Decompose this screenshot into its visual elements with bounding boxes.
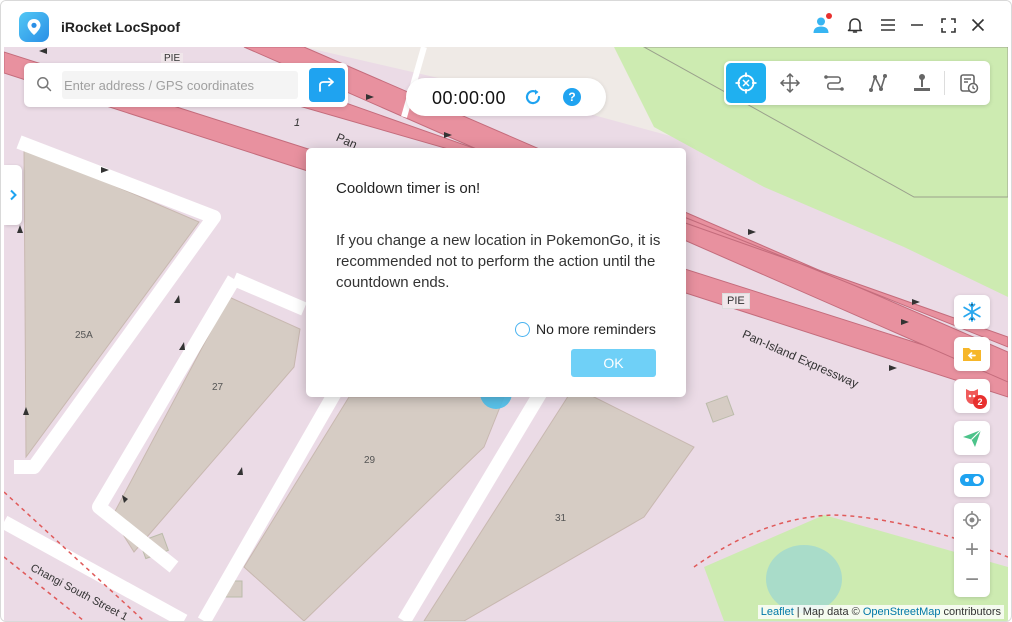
title-bar: iRocket LocSpoof [1,1,1011,47]
reminder-label: No more reminders [536,321,656,337]
two-spot-mode-icon[interactable] [814,63,854,103]
send-icon[interactable] [954,421,990,455]
map-attribution: Leaflet | Map data © OpenStreetMap contr… [757,605,1004,619]
bell-icon[interactable] [845,15,865,35]
leaflet-link[interactable]: Leaflet [761,606,794,618]
reminder-radio[interactable] [515,321,530,337]
folder-import-icon[interactable] [954,337,990,371]
map-label-lot-25a: 25A [75,330,93,341]
close-icon[interactable] [968,15,988,35]
refresh-icon[interactable] [524,88,542,111]
help-icon[interactable]: ? [563,88,581,106]
pokemon-count-badge: 2 [973,395,987,409]
dialog-title: Cooldown timer is on! [336,180,481,197]
locate-me-icon[interactable] [954,505,990,535]
timer-value: 00:00:00 [432,88,507,108]
map-label-lot-29: 29 [364,455,376,466]
map-label-lot-31: 31 [555,513,567,524]
osm-link[interactable]: OpenStreetMap [863,606,941,618]
teleport-mode-icon[interactable] [726,63,766,103]
search-go-button[interactable] [309,68,345,102]
jump-teleport-icon[interactable] [902,63,942,103]
map-label-pie-right: PIE [722,293,750,309]
app-logo-icon [19,12,49,42]
map-label-road-number: 1 [294,117,301,129]
sidebar-toggle[interactable] [4,165,22,225]
multi-spot-mode-icon[interactable] [858,63,898,103]
mode-toolbar [724,61,990,105]
toggle-icon[interactable] [954,463,990,497]
search-bar [24,63,348,107]
cooldown-timer: 00:00:00 ? [406,78,606,116]
no-more-reminders-option[interactable]: No more reminders [515,321,656,337]
fullscreen-icon[interactable] [938,15,958,35]
ok-button[interactable]: OK [571,349,656,377]
app-window: iRocket LocSpoof PIE Pan 1 PIE Pan-Islan… [0,0,1012,622]
minimize-icon[interactable] [907,15,927,35]
chevron-right-icon [10,189,17,201]
search-icon [36,76,52,97]
menu-icon[interactable] [878,15,898,35]
app-title: iRocket LocSpoof [61,19,181,35]
toolbar-divider [944,71,945,95]
search-input[interactable] [62,71,298,99]
history-icon[interactable] [948,63,988,103]
dialog-message: If you change a new location in PokemonG… [336,232,661,291]
joystick-mode-icon[interactable] [770,63,810,103]
zoom-controls: + − [954,503,990,597]
pokemon-icon[interactable]: 2 [954,379,990,413]
user-icon[interactable] [811,13,832,35]
zoom-in-button[interactable]: + [954,535,990,565]
map-label-lot-27: 27 [212,382,224,393]
notification-dot [826,13,832,19]
redirect-arrow-icon [319,77,334,92]
zoom-out-button[interactable]: − [954,565,990,595]
attribution-suffix: contributors [940,606,1001,618]
attribution-separator: | Map data © [793,606,863,618]
cooldown-dialog: Cooldown timer is on! If you change a ne… [306,148,686,397]
snowflake-icon[interactable] [954,295,990,329]
